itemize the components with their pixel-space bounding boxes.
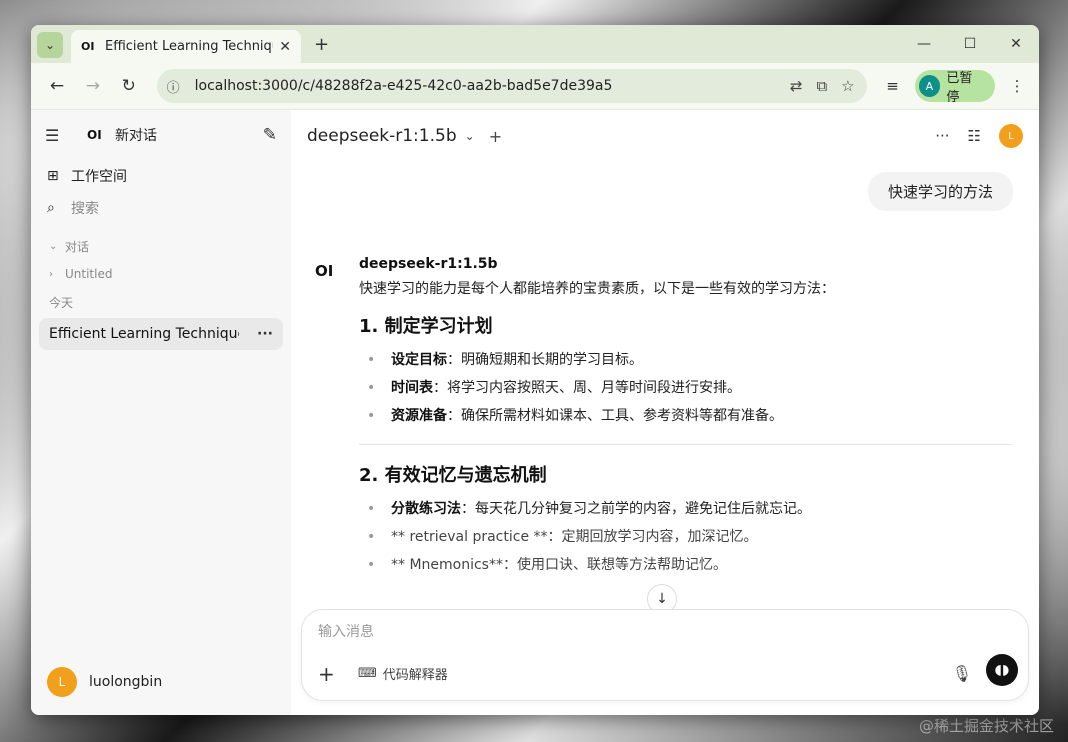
chevron-down-icon[interactable]: ⌄ [465,129,475,143]
sidebar: ☰ OI 新对话 ✎ ⊞ 工作空间 ⌕ 搜索 ⌄ 对话 › Untitled 今… [31,110,291,715]
user-menu[interactable]: L luolongbin [47,667,162,697]
list-item: 分散练习法：每天花几分钟复习之前学的内容，避免记住后就忘记。 [359,495,1015,523]
message-intro: 快速学习的能力是每个人都能培养的宝贵素质，以下是一些有效的学习方法： [359,281,835,297]
bookmark-star-icon[interactable]: ☆ [841,77,854,95]
compose-icon[interactable]: ✎ [263,125,277,145]
avatar[interactable]: L [999,124,1023,148]
close-window-button[interactable]: ✕ [993,25,1039,63]
browser-tab[interactable]: OI Efficient Learning Techniques ✕ [71,30,301,63]
settings-sliders-icon[interactable]: ☷ [968,127,981,145]
microphone-icon[interactable]: 🎙 [952,664,972,683]
more-options-icon[interactable]: ··· [257,326,273,342]
message-composer: + ⌨ 代码解释器 🎙 ◖◗ [301,609,1029,701]
section-heading: 2. 有效记忆与遗忘机制 [359,465,547,486]
username: luolongbin [89,674,163,690]
profile-avatar: A [918,75,941,97]
media-controls-icon[interactable]: ≡ [881,77,905,95]
tab-search-button[interactable]: ⌄ [37,32,63,58]
divider [359,444,1013,445]
section-today: 今天 [31,288,291,316]
translate-icon[interactable]: ⇄ [790,77,803,95]
sidebar-item-active-chat[interactable]: Efficient Learning Techniques ··· [39,318,283,350]
app-logo: OI [87,128,102,142]
arrow-down-icon: ↓ [656,591,668,607]
sidebar-toggle-icon[interactable]: ☰ [45,126,71,145]
chevron-down-icon: ⌄ [44,38,56,52]
search-placeholder: 搜索 [71,201,99,217]
code-interpreter-toggle[interactable]: ⌨ 代码解释器 [358,664,448,683]
section-chats[interactable]: ⌄ 对话 [31,232,291,260]
omnibox[interactable]: ⓘ localhost:3000/c/48288f2a-e425-42c0-aa… [156,69,867,103]
profile-button[interactable]: A 已暂停 [914,70,996,105]
list-item: 资源准备：确保所需材料如课本、工具、参考资料等都有准备。 [359,402,1015,430]
model-selector[interactable]: deepseek-r1:1.5b [307,126,457,146]
url-text[interactable]: localhost:3000/c/48288f2a-e425-42c0-aa2b… [195,78,613,94]
minimize-button[interactable]: — [901,25,947,63]
message-body: deepseek-r1:1.5b 快速学习的能力是每个人都能培养的宝贵素质，以下… [359,256,1015,579]
search-icon: ⌕ [47,200,55,216]
tab-title: Efficient Learning Techniques [105,39,273,54]
sidebar-item-untitled[interactable]: › Untitled [31,260,291,288]
list-item: ** Mnemonics**：使用口诀、联想等方法帮助记忆。 [359,551,1015,579]
reload-button[interactable]: ↻ [113,70,145,102]
kebab-menu-icon[interactable]: ⋮ [1005,77,1029,95]
chat-title: Efficient Learning Techniques [49,326,239,342]
watermark: @稀土掘金技术社区 [918,717,1054,735]
user-message: 快速学习的方法 [867,172,1013,211]
maximize-button[interactable]: ☐ [947,25,993,63]
attach-plus-button[interactable]: + [318,662,335,686]
bullet-list: 设定目标：明确短期和长期的学习目标。 时间表：将学习内容按照天、周、月等时间段进… [359,346,1015,430]
list-item: ** retrieval practice **：定期回放学习内容，加深记忆。 [359,523,1015,551]
assistant-model-name: deepseek-r1:1.5b [359,256,498,272]
tool-label: 代码解释器 [382,668,448,683]
sidebar-item-label: 工作空间 [71,169,127,185]
terminal-icon: ⌨ [358,666,377,681]
sidebar-top: ☰ OI 新对话 ✎ [31,110,291,160]
grid-icon: ⊞ [47,168,59,184]
sidebar-search[interactable]: ⌕ 搜索 [31,192,291,224]
section-heading: 1. 制定学习计划 [359,316,493,337]
new-chat-button[interactable]: 新对话 [115,125,157,145]
tab-favicon: OI [81,40,95,53]
chevron-down-icon: ⌄ [49,240,58,252]
list-item: 设定目标：明确短期和长期的学习目标。 [359,346,1015,374]
window-controls: — ☐ ✕ [901,25,1039,63]
list-item: 时间表：将学习内容按照天、周、月等时间段进行安排。 [359,374,1015,402]
voice-mode-button[interactable]: ◖◗ [986,654,1018,686]
back-button[interactable]: ← [41,70,73,102]
main-panel: deepseek-r1:1.5b ⌄ + ··· ☷ L 快速学习的方法 OI … [291,110,1039,715]
avatar: L [47,667,77,697]
section-label: 今天 [49,295,74,310]
browser-window: ⌄ OI Efficient Learning Techniques ✕ + —… [31,25,1039,715]
more-options-icon[interactable]: ··· [935,127,949,145]
profile-status: 已暂停 [946,71,973,105]
new-tab-button[interactable]: + [314,34,329,55]
chevron-right-icon: › [49,268,53,280]
headphones-icon: ◖◗ [994,662,1010,678]
address-bar-row: ← → ↻ ⓘ localhost:3000/c/48288f2a-e425-4… [31,63,1039,110]
install-app-icon[interactable]: ⧉ [816,77,827,95]
assistant-logo: OI [315,262,334,280]
assistant-message: OI deepseek-r1:1.5b 快速学习的能力是每个人都能培养的宝贵素质… [315,256,1015,579]
forward-button[interactable]: → [77,70,109,102]
add-model-button[interactable]: + [489,127,502,146]
tab-strip: ⌄ OI Efficient Learning Techniques ✕ + —… [31,25,1039,63]
sidebar-item-label: Untitled [65,267,113,281]
app-area: ☰ OI 新对话 ✎ ⊞ 工作空间 ⌕ 搜索 ⌄ 对话 › Untitled 今… [31,110,1039,715]
bullet-list: 分散练习法：每天花几分钟复习之前学的内容，避免记住后就忘记。 ** retrie… [359,495,1015,579]
sidebar-item-workspace[interactable]: ⊞ 工作空间 [31,160,291,192]
close-tab-icon[interactable]: ✕ [279,39,291,55]
message-input[interactable] [318,624,918,640]
site-info-icon[interactable]: ⓘ [167,77,189,96]
main-header: deepseek-r1:1.5b ⌄ + ··· ☷ L [291,110,1039,162]
section-label: 对话 [65,239,90,254]
